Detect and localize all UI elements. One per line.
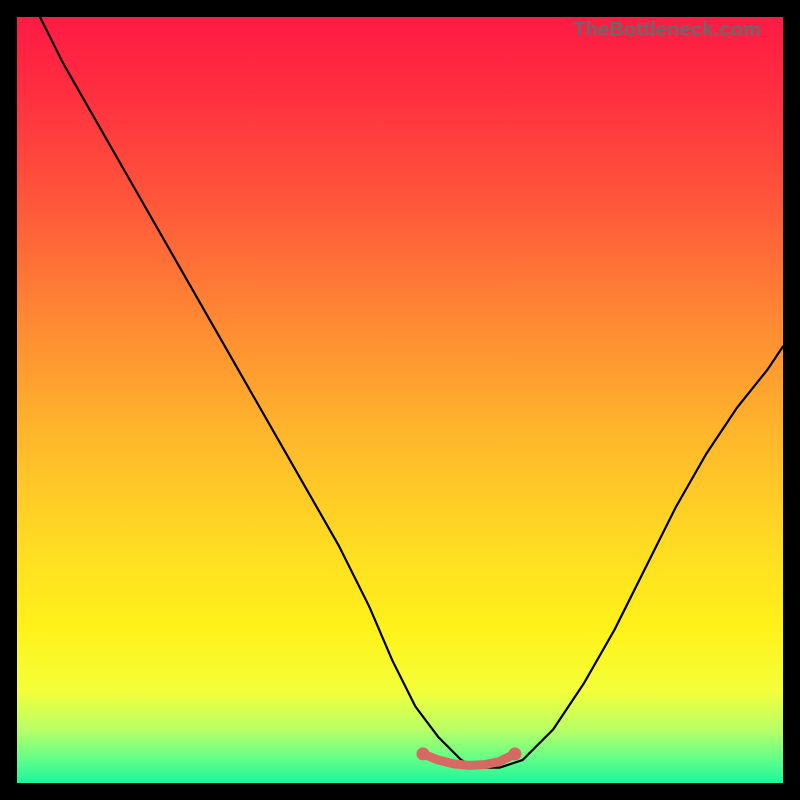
watermark-label: TheBottleneck.com bbox=[573, 19, 761, 42]
marker-dot bbox=[416, 747, 429, 760]
marker-dot bbox=[508, 747, 521, 760]
bottleneck-plot bbox=[17, 17, 783, 783]
chart-frame: TheBottleneck.com bbox=[17, 17, 783, 783]
gradient-background bbox=[17, 17, 783, 783]
